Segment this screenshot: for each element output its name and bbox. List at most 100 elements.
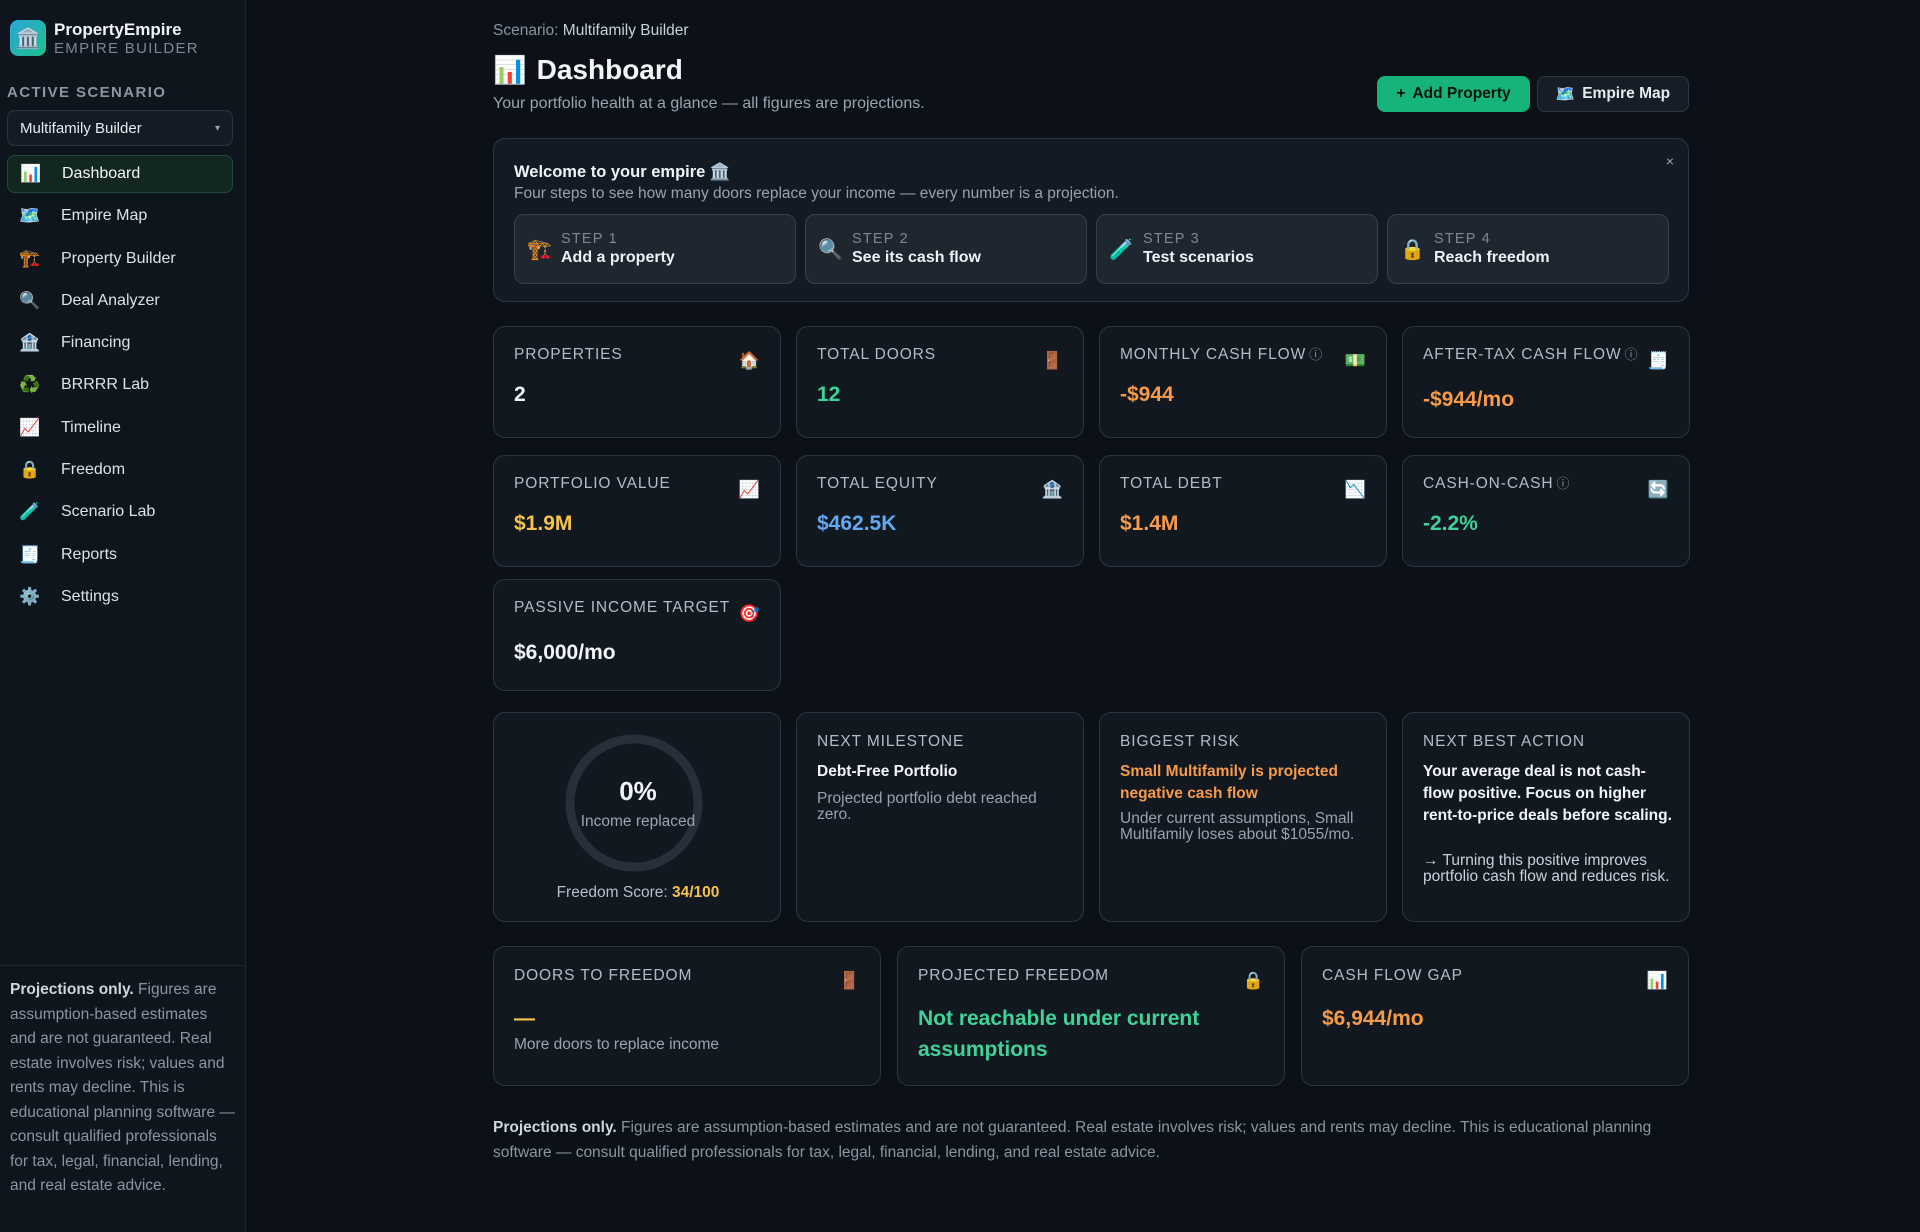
brand[interactable]: 🏛️ PropertyEmpire EMPIRE BUILDER: [10, 20, 199, 57]
trend-up-icon: 📈: [19, 417, 41, 437]
sidebar-item-label: Deal Analyzer: [61, 291, 160, 309]
sidebar-item-brrrr-lab[interactable]: ♻️ BRRRR Lab: [7, 366, 233, 404]
step-label: Test scenarios: [1143, 249, 1254, 266]
card-value: —: [514, 1007, 535, 1030]
kpi-label: AFTER-TAX CASH FLOW ⓘ: [1423, 346, 1643, 363]
plus-icon: +: [1396, 85, 1406, 102]
gauge-percent: 0%: [619, 776, 657, 806]
brand-name: PropertyEmpire: [54, 20, 182, 39]
step-number: STEP 1: [561, 231, 618, 247]
freedom-gauge-card: 0% Income replaced Freedom Score: 34/100: [493, 712, 781, 922]
breadcrumb-scenario[interactable]: Multifamily Builder: [563, 22, 689, 39]
biggest-risk-card: BIGGEST RISK Small Multifamily is projec…: [1099, 712, 1387, 922]
step-2-card[interactable]: 🔍 STEP 2 See its cash flow: [805, 214, 1087, 284]
kpi-passive-income-target: PASSIVE INCOME TARGET 🎯 $6,000/mo: [493, 579, 781, 691]
lock-icon: 🔒: [19, 460, 41, 480]
sidebar-item-scenario-lab[interactable]: 🧪 Scenario Lab: [7, 493, 233, 531]
crane-icon: 🏗️: [527, 238, 552, 261]
recycle-icon: ♻️: [19, 375, 41, 395]
sidebar-item-label: Settings: [61, 587, 119, 605]
scenario-select[interactable]: Multifamily Builder ▾: [7, 110, 233, 146]
step-4-card[interactable]: 🔒 STEP 4 Reach freedom: [1387, 214, 1669, 284]
card-label: DOORS TO FREEDOM: [514, 967, 693, 984]
next-milestone-headline: Debt-Free Portfolio: [817, 763, 958, 780]
disclaimer-text: Figures are assumption-based estimates a…: [493, 1119, 1652, 1161]
kpi-label-text: TOTAL DEBT: [1120, 475, 1223, 492]
trend-down-icon: 📉: [1344, 480, 1366, 499]
gear-icon: ⚙️: [19, 586, 41, 606]
page-subtitle: Your portfolio health at a glance — all …: [493, 95, 925, 112]
add-property-button[interactable]: + Add Property: [1377, 76, 1530, 112]
kpi-portfolio-value: PORTFOLIO VALUE 📈 $1.9M: [493, 455, 781, 567]
projections-disclaimer: Projections only. Figures are assumption…: [493, 1116, 1689, 1165]
biggest-risk-headline: Small Multifamily is projected negative …: [1120, 763, 1338, 802]
card-value: Not reachable under current assumptions: [918, 1007, 1200, 1061]
sidebar-item-reports[interactable]: 🧾 Reports: [7, 536, 233, 574]
page-title: 📊 Dashboard: [493, 54, 683, 86]
info-icon[interactable]: ⓘ: [1625, 347, 1639, 362]
crane-icon: 🏗️: [19, 248, 41, 268]
kpi-value: 12: [817, 383, 841, 406]
sidebar: 🏛️ PropertyEmpire EMPIRE BUILDER ACTIVE …: [0, 0, 246, 1232]
kpi-monthly-cash-flow: MONTHLY CASH FLOW ⓘ 💵 -$944: [1099, 326, 1387, 438]
sidebar-disclaimer-text: Figures are assumption-based estimates a…: [10, 981, 235, 1194]
kpi-value: $6,000/mo: [514, 641, 616, 664]
kpi-value: 2: [514, 383, 526, 406]
sidebar-item-label: Property Builder: [61, 249, 176, 267]
chevron-down-icon: ▾: [214, 122, 220, 134]
magnifier-icon: 🔍: [19, 290, 41, 310]
card-value: $6,944/mo: [1322, 1007, 1424, 1030]
info-icon[interactable]: ⓘ: [1557, 476, 1571, 491]
card-label: CASH FLOW GAP: [1322, 967, 1463, 984]
bank-icon: 🏦: [19, 333, 41, 353]
sidebar-item-freedom[interactable]: 🔒 Freedom: [7, 451, 233, 489]
sidebar-item-label: Reports: [61, 545, 118, 563]
step-1-card[interactable]: 🏗️ STEP 1 Add a property: [514, 214, 796, 284]
sidebar-item-property-builder[interactable]: 🏗️ Property Builder: [7, 240, 233, 278]
sidebar-item-label: Empire Map: [61, 207, 148, 225]
kpi-value: -$944: [1120, 383, 1174, 406]
door-icon: 🚪: [838, 971, 860, 990]
sidebar-item-label: Timeline: [61, 418, 121, 436]
biggest-risk-label: BIGGEST RISK: [1120, 733, 1240, 750]
welcome-card: Welcome to your empire 🏛️ Four steps to …: [493, 138, 1689, 302]
kpi-label-text: CASH-ON-CASH: [1423, 475, 1554, 492]
sidebar-item-label: Scenario Lab: [61, 503, 156, 521]
sidebar-item-timeline[interactable]: 📈 Timeline: [7, 409, 233, 447]
empire-map-button[interactable]: 🗺️ Empire Map: [1537, 76, 1689, 112]
welcome-subtitle: Four steps to see how many doors replace…: [514, 185, 1119, 202]
freedom-score-label: Freedom Score:: [556, 884, 672, 901]
sidebar-item-deal-analyzer[interactable]: 🔍 Deal Analyzer: [7, 282, 233, 320]
kpi-label-text: PORTFOLIO VALUE: [514, 475, 671, 492]
building-logo-icon: 🏛️: [10, 20, 46, 57]
bar-chart-icon: 📊: [493, 55, 527, 85]
step-3-card[interactable]: 🧪 STEP 3 Test scenarios: [1096, 214, 1378, 284]
kpi-label: CASH-ON-CASH ⓘ: [1423, 475, 1643, 492]
onboarding-steps: 🏗️ STEP 1 Add a property 🔍 STEP 2 See its cas…: [514, 214, 1669, 284]
kpi-value: $1.9M: [514, 512, 573, 535]
next-best-action-text: → Turning this positive improves portfol…: [1423, 852, 1670, 885]
sidebar-item-settings[interactable]: ⚙️ Settings: [7, 578, 233, 616]
sidebar-item-empire-map[interactable]: 🗺️ Empire Map: [7, 197, 233, 235]
kpi-label-text: TOTAL DOORS: [817, 346, 936, 363]
gauge-caption: Income replaced: [580, 813, 696, 830]
step-number: STEP 2: [852, 231, 909, 247]
close-icon[interactable]: ×: [1666, 153, 1674, 169]
money-icon: 💵: [1344, 351, 1366, 370]
brand-subtitle: EMPIRE BUILDER: [54, 39, 199, 57]
sidebar-item-label: Dashboard: [62, 165, 141, 182]
map-icon: 🗺️: [1555, 85, 1576, 103]
kpi-label: PORTFOLIO VALUE: [514, 475, 734, 492]
info-icon[interactable]: ⓘ: [1309, 347, 1323, 362]
kpi-total-debt: TOTAL DEBT 📉 $1.4M: [1099, 455, 1387, 567]
kpi-label: MONTHLY CASH FLOW ⓘ: [1120, 346, 1340, 363]
kpi-cash-on-cash: CASH-ON-CASH ⓘ 🔄 -2.2%: [1402, 455, 1690, 567]
next-best-action-card: NEXT BEST ACTION Your average deal is no…: [1402, 712, 1690, 922]
kpi-label: TOTAL EQUITY: [817, 475, 1037, 492]
cycle-icon: 🔄: [1647, 480, 1669, 499]
sidebar-item-dashboard[interactable]: 📊 Dashboard: [7, 155, 233, 193]
sidebar-item-financing[interactable]: 🏦 Financing: [7, 324, 233, 362]
bar-chart-icon: 📊: [1646, 971, 1668, 990]
kpi-label: PASSIVE INCOME TARGET: [514, 599, 734, 616]
test-tube-icon: 🧪: [1109, 238, 1134, 261]
